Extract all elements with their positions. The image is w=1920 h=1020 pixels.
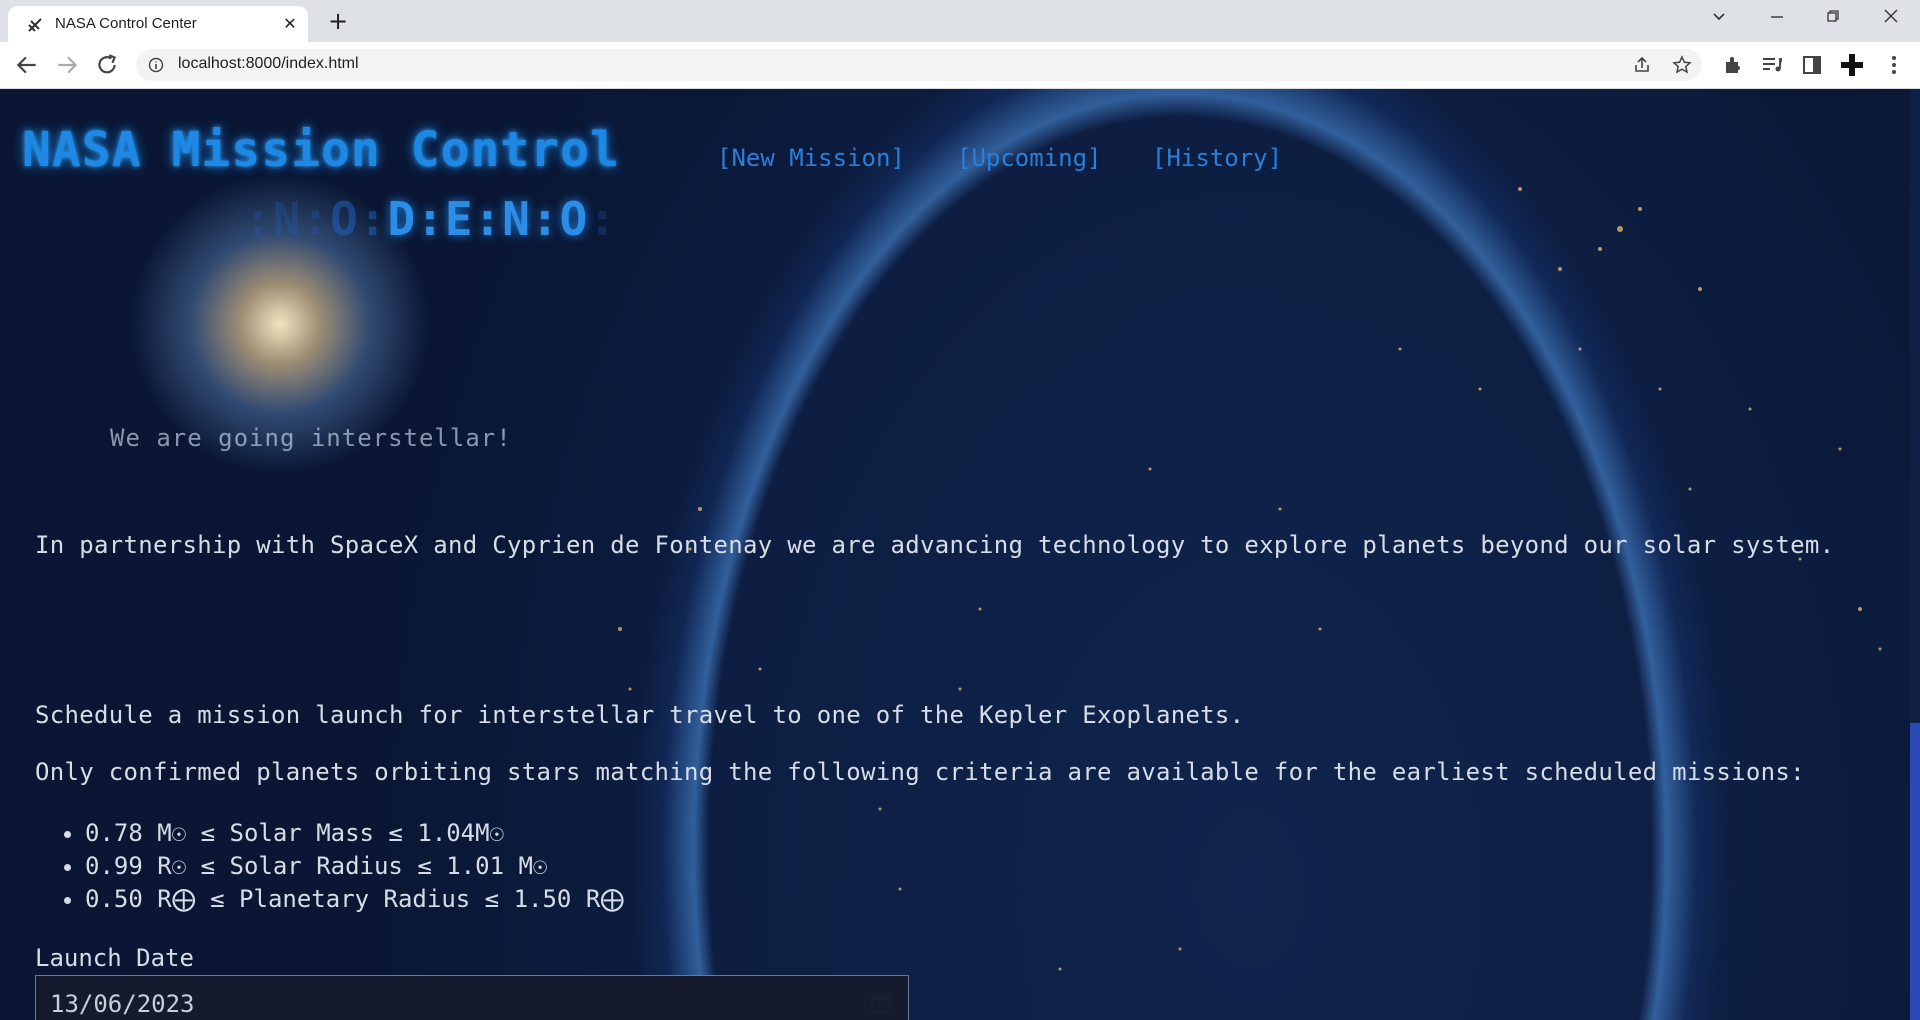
nav-history[interactable]: [History] <box>1152 144 1282 172</box>
criteria-item: 0.50 R⨁ ≤ Planetary Radius ≤ 1.50 R⨁ <box>85 883 624 916</box>
restore-button[interactable] <box>1818 8 1848 32</box>
bookmark-star-icon[interactable] <box>1672 55 1692 75</box>
nav-new-mission[interactable]: [New Mission] <box>717 144 905 172</box>
criteria-intro: Only confirmed planets orbiting stars ma… <box>35 758 1805 786</box>
minimize-button[interactable] <box>1762 8 1792 32</box>
side-panel-icon[interactable] <box>1800 53 1824 77</box>
rocket-icon <box>28 18 42 32</box>
forward-icon[interactable] <box>54 52 80 78</box>
page-viewport: NASA Mission Control :N:O:D:E:N:O: [New … <box>0 89 1920 1020</box>
launch-date-input[interactable]: 13/06/2023 <box>35 975 909 1020</box>
schedule-paragraph: Schedule a mission launch for interstell… <box>35 701 1245 729</box>
criteria-item: 0.78 M☉ ≤ Solar Mass ≤ 1.04M☉ <box>85 817 624 850</box>
browser-tab[interactable]: NASA Control Center ✕ <box>8 6 308 42</box>
close-tab-icon[interactable]: ✕ <box>280 14 300 34</box>
browser-toolbar: localhost:8000/index.html <box>0 42 1920 89</box>
tagline: We are going interstellar! <box>110 424 512 452</box>
reading-list-icon[interactable] <box>1760 53 1784 77</box>
url-text: localhost:8000/index.html <box>178 55 359 72</box>
criteria-list: 0.78 M☉ ≤ Solar Mass ≤ 1.04M☉ 0.99 R☉ ≤ … <box>58 817 624 916</box>
site-info-icon[interactable] <box>148 57 164 73</box>
back-icon[interactable] <box>14 52 40 78</box>
tab-title: NASA Control Center <box>55 15 197 32</box>
intro-paragraph: In partnership with SpaceX and Cyprien d… <box>35 531 1835 559</box>
launch-date-label: Launch Date <box>35 944 194 972</box>
calendar-icon[interactable] <box>870 992 892 1014</box>
extensions-icon[interactable] <box>1720 53 1744 77</box>
share-icon[interactable] <box>1632 55 1652 75</box>
more-menu-icon[interactable] <box>1882 53 1906 77</box>
address-bar[interactable]: localhost:8000/index.html <box>136 49 1702 81</box>
profile-icon[interactable] <box>1840 53 1864 77</box>
scrollbar-thumb[interactable] <box>1910 723 1920 1020</box>
tab-search-icon[interactable] <box>1704 8 1734 32</box>
launch-date-value: 13/06/2023 <box>50 990 195 1018</box>
reload-icon[interactable] <box>94 52 120 78</box>
new-tab-button[interactable]: + <box>326 9 350 34</box>
criteria-item: 0.99 R☉ ≤ Solar Radius ≤ 1.01 M☉ <box>85 850 624 883</box>
browser-tabstrip: NASA Control Center ✕ + <box>0 0 1920 42</box>
deno-logo: :N:O:D:E:N:O: <box>244 192 618 246</box>
app-title: NASA Mission Control <box>22 122 620 178</box>
page-scrollbar[interactable] <box>1910 89 1920 1020</box>
nav-upcoming[interactable]: [Upcoming] <box>957 144 1102 172</box>
close-window-button[interactable] <box>1876 8 1906 32</box>
